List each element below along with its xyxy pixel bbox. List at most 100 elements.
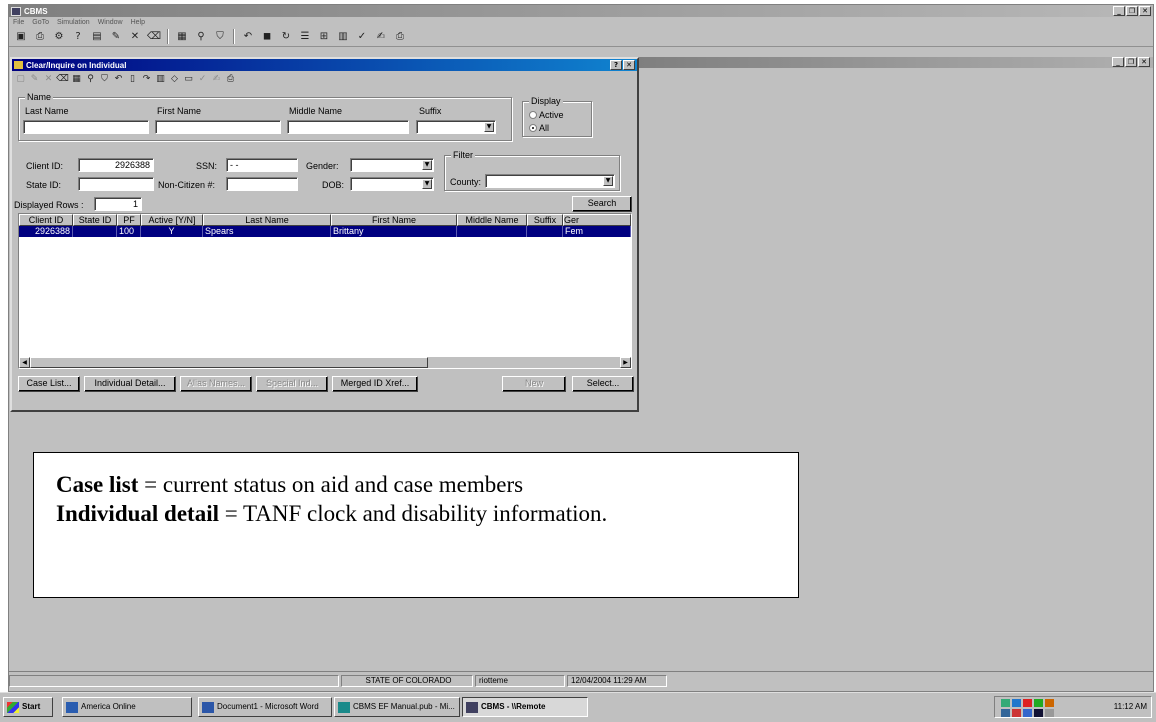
dialog-close-icon[interactable]: ✕: [623, 60, 635, 70]
start-button[interactable]: Start: [3, 697, 53, 717]
filter-record-icon[interactable]: ⛉: [98, 73, 111, 86]
find-icon[interactable]: ⚲: [193, 29, 209, 44]
select-button[interactable]: Select...: [572, 376, 634, 392]
close-icon[interactable]: ✕: [1139, 6, 1151, 16]
help-icon[interactable]: ?: [70, 29, 86, 44]
child-minimize-icon[interactable]: _: [1112, 57, 1124, 67]
scroll-left-icon[interactable]: ◀: [19, 357, 30, 368]
col-first-name[interactable]: First Name: [331, 214, 457, 226]
page-icon[interactable]: ▯: [126, 73, 139, 86]
county-select[interactable]: ▼: [485, 174, 615, 188]
middle-name-input[interactable]: [287, 120, 409, 134]
radio-selected-icon[interactable]: [529, 124, 537, 132]
document-icon[interactable]: ▤: [89, 29, 105, 44]
print-preview-icon[interactable]: ⎙: [32, 29, 48, 44]
undo-record-icon[interactable]: ↶: [112, 73, 125, 86]
taskbar-item-publisher[interactable]: CBMS EF Manual.pub - Mi...: [334, 697, 460, 717]
update-icon[interactable]: [1034, 699, 1043, 707]
edit-record-icon[interactable]: ✎: [28, 73, 41, 86]
table-row[interactable]: 2926388 100 Y Spears Brittany Fem: [19, 226, 631, 237]
clear-icon[interactable]: ⌫: [146, 29, 162, 44]
results-grid[interactable]: Client ID State ID PF Active [Y/N] Last …: [18, 213, 632, 369]
dob-select[interactable]: ▼: [350, 177, 434, 191]
special-ind-button[interactable]: Special Ind...: [256, 376, 328, 392]
tree-icon[interactable]: ⊞: [316, 29, 332, 44]
col-active[interactable]: Active [Y/N]: [141, 214, 203, 226]
spell-record-icon[interactable]: ✍: [210, 73, 223, 86]
col-client-id[interactable]: Client ID: [19, 214, 73, 226]
display-icon[interactable]: [1001, 709, 1010, 717]
suffix-select[interactable]: ▼: [416, 120, 496, 134]
printer-icon[interactable]: ⎙: [392, 29, 408, 44]
radio-icon[interactable]: [529, 111, 537, 119]
col-suffix[interactable]: Suffix: [527, 214, 563, 226]
clear-form-icon[interactable]: ⌫: [56, 73, 69, 86]
antivirus-icon[interactable]: [1023, 699, 1032, 707]
menu-goto[interactable]: GoTo: [32, 19, 49, 26]
menu-file[interactable]: File: [13, 19, 24, 26]
last-name-input[interactable]: [23, 120, 149, 134]
chevron-down-icon[interactable]: ▼: [484, 122, 494, 132]
menu-window[interactable]: Window: [98, 19, 123, 26]
table-icon[interactable]: ▥: [154, 73, 167, 86]
first-name-input[interactable]: [155, 120, 281, 134]
edit-icon[interactable]: ✎: [108, 29, 124, 44]
tag-icon[interactable]: ◇: [168, 73, 181, 86]
case-list-button[interactable]: Case List...: [18, 376, 80, 392]
stop-icon[interactable]: ◼: [259, 29, 275, 44]
window-icon[interactable]: ▭: [182, 73, 195, 86]
client-id-input[interactable]: 2926388: [78, 158, 154, 172]
grid-icon[interactable]: ▥: [335, 29, 351, 44]
printer-tray-icon[interactable]: [1045, 709, 1054, 717]
display-all-radio[interactable]: All: [529, 123, 549, 133]
child-restore-icon[interactable]: ❐: [1125, 57, 1137, 67]
delete-record-icon[interactable]: ✕: [42, 73, 55, 86]
delete-icon[interactable]: ✕: [127, 29, 143, 44]
tools-icon[interactable]: ⚙: [51, 29, 67, 44]
save-icon[interactable]: ▦: [174, 29, 190, 44]
save-record-icon[interactable]: ▦: [70, 73, 83, 86]
ssn-input[interactable]: - -: [226, 158, 298, 172]
new-icon[interactable]: ▣: [13, 29, 29, 44]
chevron-down-icon[interactable]: ▼: [422, 179, 432, 189]
col-last-name[interactable]: Last Name: [203, 214, 331, 226]
taskbar-item-cbms[interactable]: CBMS - \\Remote: [462, 697, 588, 717]
new-button[interactable]: New: [502, 376, 566, 392]
scroll-right-icon[interactable]: ▶: [620, 357, 631, 368]
gender-select[interactable]: ▼: [350, 158, 434, 172]
bluetooth-icon[interactable]: [1023, 709, 1032, 717]
sound-icon[interactable]: [1012, 699, 1021, 707]
filter-icon[interactable]: ⛉: [212, 29, 228, 44]
network-icon[interactable]: [1001, 699, 1010, 707]
child-close-icon[interactable]: ✕: [1138, 57, 1150, 67]
col-middle-name[interactable]: Middle Name: [457, 214, 527, 226]
dialog-help-icon[interactable]: ?: [610, 60, 622, 70]
chevron-down-icon[interactable]: ▼: [422, 160, 432, 170]
minimize-icon[interactable]: _: [1113, 6, 1125, 16]
check-record-icon[interactable]: ✓: [196, 73, 209, 86]
print-record-icon[interactable]: ⎙: [224, 73, 237, 86]
find-record-icon[interactable]: ⚲: [84, 73, 97, 86]
scrollbar-thumb[interactable]: [30, 357, 428, 368]
taskbar-item-aol[interactable]: America Online: [62, 697, 192, 717]
restore-icon[interactable]: ❐: [1126, 6, 1138, 16]
horizontal-scrollbar[interactable]: ◀ ▶: [19, 357, 631, 368]
new-record-icon[interactable]: ▢: [14, 73, 27, 86]
col-gender[interactable]: Ger: [563, 214, 631, 226]
refresh-icon[interactable]: ↻: [278, 29, 294, 44]
search-button[interactable]: Search: [572, 196, 632, 212]
col-state-id[interactable]: State ID: [73, 214, 117, 226]
security-icon[interactable]: [1012, 709, 1021, 717]
messenger-icon[interactable]: [1045, 699, 1054, 707]
check-icon[interactable]: ✓: [354, 29, 370, 44]
spell-icon[interactable]: ✍: [373, 29, 389, 44]
battery-icon[interactable]: [1034, 709, 1043, 717]
redo-icon[interactable]: ↷: [140, 73, 153, 86]
state-id-input[interactable]: [78, 177, 154, 191]
merged-id-button[interactable]: Merged ID Xref...: [332, 376, 418, 392]
display-active-radio[interactable]: Active: [529, 110, 564, 120]
undo-icon[interactable]: ↶: [240, 29, 256, 44]
non-citizen-input[interactable]: [226, 177, 298, 191]
col-pf[interactable]: PF: [117, 214, 141, 226]
individual-detail-button[interactable]: Individual Detail...: [84, 376, 176, 392]
